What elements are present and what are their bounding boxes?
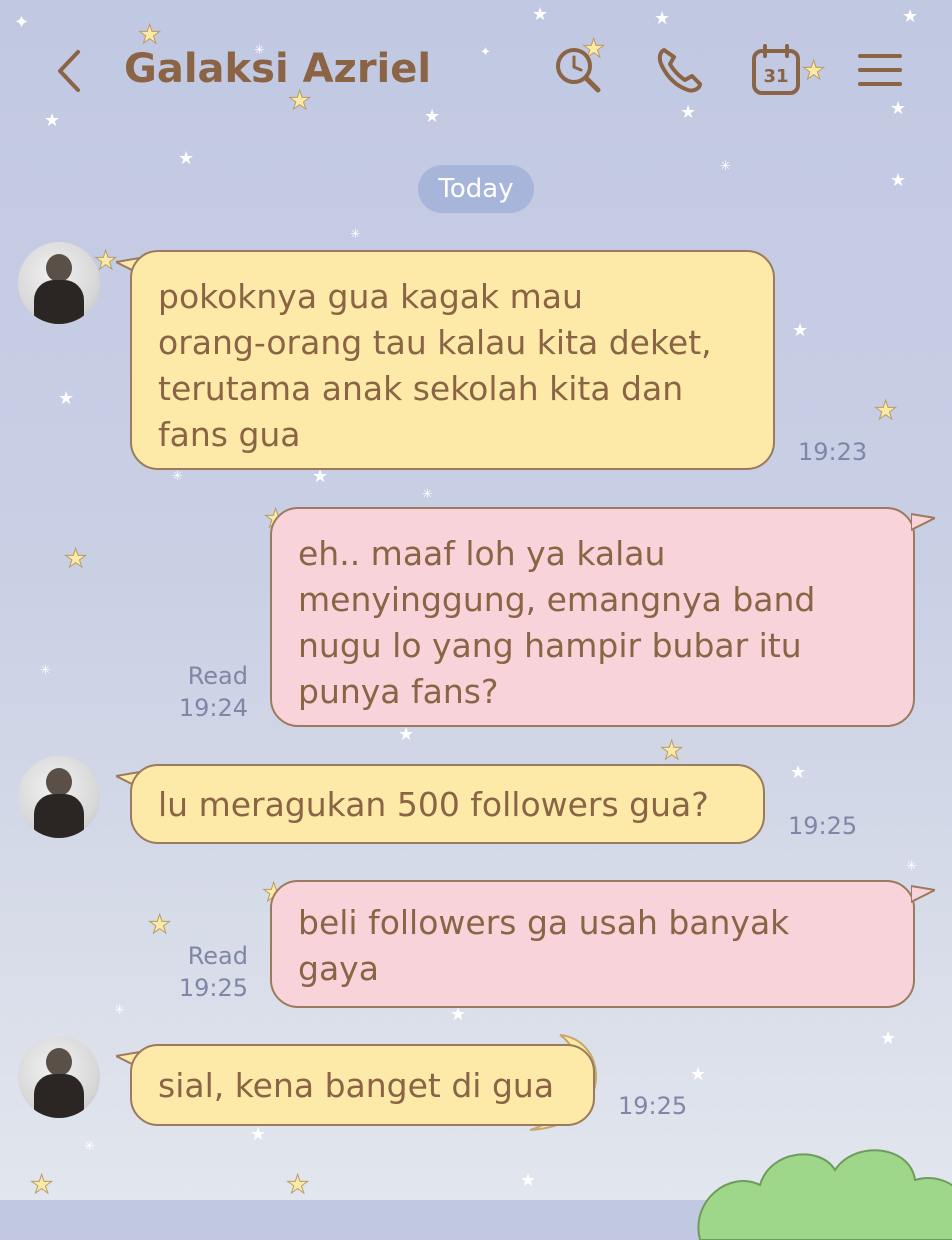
message-meta: Read 19:25: [160, 940, 248, 1004]
message-bubble-incoming[interactable]: lu meragukan 500 followers gua?: [130, 764, 765, 844]
star-icon: ★: [690, 1064, 707, 1085]
star-icon: ✳: [84, 1139, 95, 1154]
message-bubble-incoming[interactable]: sial, kena banget di gua: [130, 1044, 595, 1126]
yellow-star-icon: ★: [29, 1170, 54, 1200]
star-icon: ✳: [906, 859, 917, 874]
message-time: 19:25: [788, 812, 858, 840]
message-time: 19:25: [618, 1092, 688, 1120]
star-icon: ★: [178, 148, 195, 169]
star-icon: ✳: [422, 487, 433, 502]
star-icon: ★: [880, 1028, 897, 1049]
calendar-icon[interactable]: 31: [748, 42, 804, 98]
bubble-tail: [911, 513, 935, 531]
chat-header: Galaksi Azriel 31: [0, 0, 952, 140]
chevron-left-icon[interactable]: [50, 46, 90, 96]
message-time: 19:23: [798, 438, 868, 466]
message-time: 19:25: [178, 974, 248, 1002]
avatar[interactable]: [18, 242, 100, 324]
menu-icon[interactable]: [852, 42, 908, 98]
message-bubble-incoming[interactable]: pokoknya gua kagak mau orang-orang tau k…: [130, 250, 775, 470]
star-icon: ★: [398, 724, 415, 745]
read-receipt: Read: [187, 942, 248, 970]
message-time: 19:24: [178, 694, 248, 722]
star-icon: ★: [792, 320, 809, 341]
yellow-star-icon: ★: [63, 544, 88, 574]
star-icon: ✳: [350, 227, 361, 242]
read-receipt: Read: [187, 662, 248, 690]
search-icon[interactable]: [550, 42, 606, 98]
star-icon: ★: [520, 1170, 537, 1191]
message-meta: Read 19:24: [160, 660, 248, 724]
star-icon: ✳: [114, 1003, 125, 1018]
phone-icon[interactable]: [652, 42, 708, 98]
star-icon: ★: [450, 1004, 467, 1025]
date-divider: Today: [418, 165, 534, 213]
avatar[interactable]: [18, 756, 100, 838]
calendar-day: 31: [763, 66, 788, 87]
message-bubble-outgoing[interactable]: beli followers ga usah banyak gaya: [270, 880, 915, 1008]
chat-title: Galaksi Azriel: [124, 46, 432, 92]
message-bubble-outgoing[interactable]: eh.. maaf loh ya kalau menyinggung, eman…: [270, 507, 915, 727]
star-icon: ★: [58, 388, 75, 409]
star-icon: ★: [250, 1124, 267, 1145]
yellow-star-icon: ★: [285, 1170, 310, 1200]
yellow-star-icon: ★: [659, 736, 684, 766]
star-icon: ✳: [720, 159, 731, 174]
bush-decoration: [697, 1149, 952, 1240]
star-icon: ★: [790, 762, 807, 783]
star-icon: ✳: [172, 469, 183, 484]
yellow-star-icon: ★: [873, 396, 898, 426]
star-icon: ★: [890, 170, 907, 191]
star-icon: ✳: [40, 663, 51, 678]
star-icon: ★: [312, 466, 329, 487]
yellow-star-icon: ★: [147, 910, 172, 940]
avatar[interactable]: [18, 1036, 100, 1118]
bubble-tail: [911, 885, 935, 903]
